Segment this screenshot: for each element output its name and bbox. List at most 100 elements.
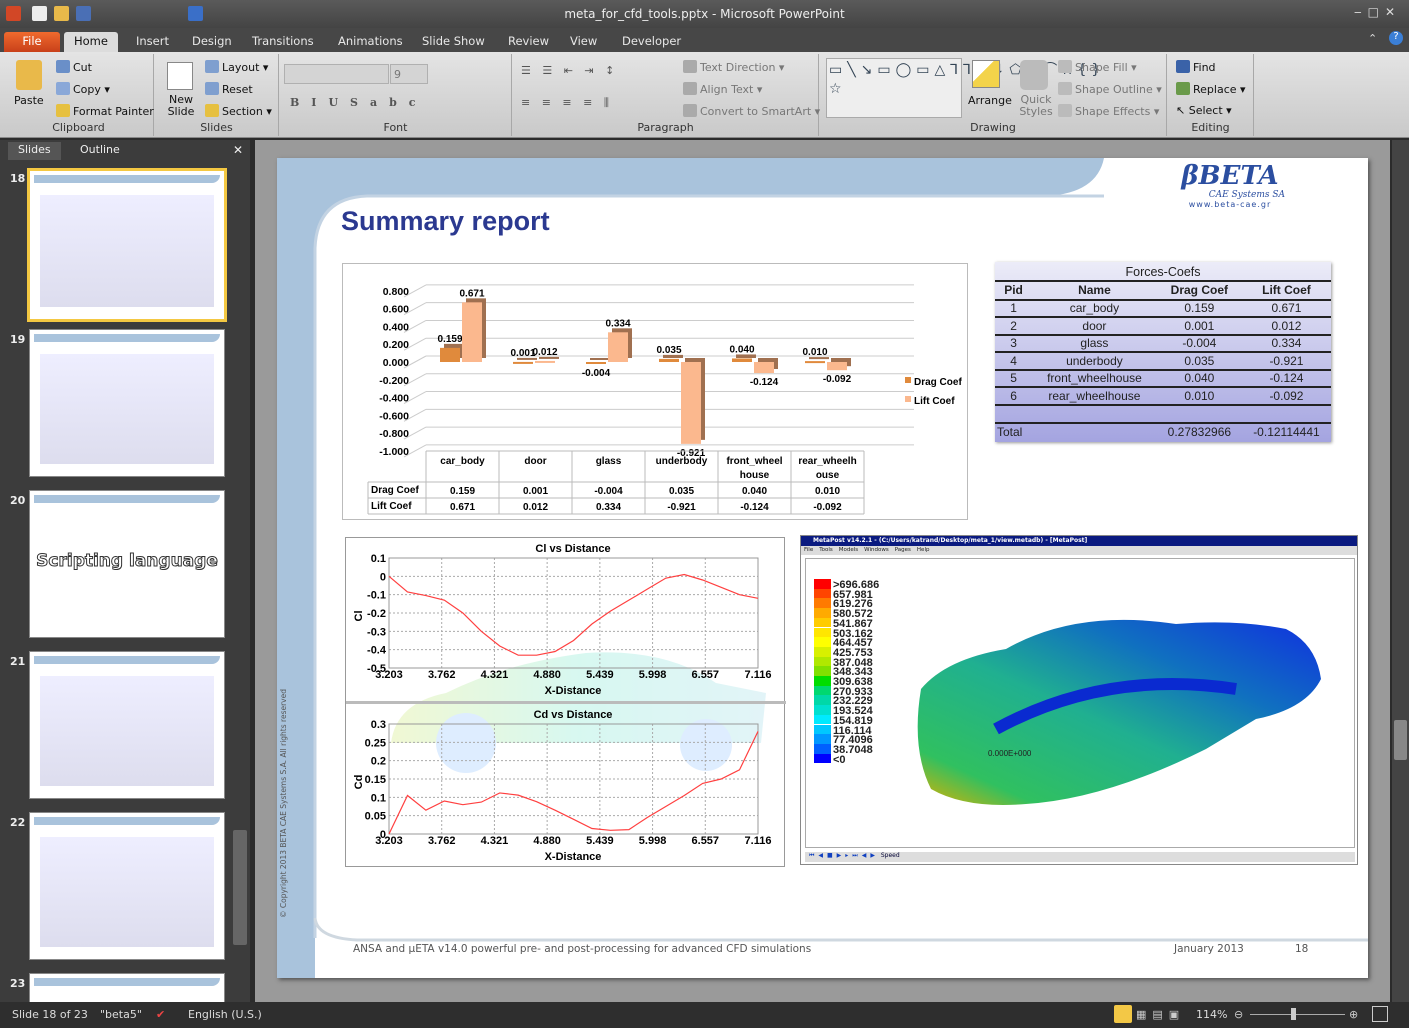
slide-thumbnail[interactable]: Scripting language — [29, 490, 225, 638]
new-slide-button[interactable]: New Slide — [163, 94, 199, 118]
bar — [681, 362, 701, 444]
arrange-button[interactable]: Arrange — [968, 94, 1012, 107]
quick-styles-button[interactable]: Quick Styles — [1016, 94, 1056, 118]
align-buttons[interactable]: ≡ ≡ ≡ ≡ ⫼ — [521, 96, 613, 110]
paste-icon[interactable] — [16, 60, 42, 90]
shape-effects-button[interactable]: Shape Effects ▾ — [1058, 104, 1159, 118]
playback-controls[interactable]: ⏮◀■▶▸⏭◀▶ — [805, 852, 879, 859]
legend-swatch — [814, 724, 831, 735]
tab-design[interactable]: Design — [182, 32, 242, 52]
align-text-button[interactable]: Align Text ▾ — [683, 82, 762, 96]
logo-brand: βBETA — [1181, 161, 1279, 191]
x-tick-label: 4.321 — [481, 669, 509, 681]
replace-button[interactable]: Replace ▾ — [1176, 82, 1246, 96]
pane-scrollbar[interactable] — [233, 830, 247, 945]
table-row: Pid Name Drag Coef Lift Coef — [995, 282, 1331, 301]
ribbon: Paste Cut Copy ▾ Format Painter Clipboar… — [0, 31, 1409, 138]
vertical-scrollbar[interactable] — [1392, 140, 1409, 1002]
zoom-slider-thumb[interactable] — [1290, 1008, 1296, 1020]
arrange-icon[interactable] — [972, 60, 1000, 88]
zoom-level[interactable]: 114% — [1196, 1008, 1227, 1021]
close-pane-icon[interactable]: ✕ — [233, 143, 243, 157]
menu-item[interactable]: File — [804, 547, 813, 553]
normal-view-button[interactable] — [1114, 1005, 1132, 1023]
layout-button[interactable]: Layout ▾ — [205, 60, 268, 74]
slide-thumbnail[interactable] — [29, 973, 225, 1003]
menu-item[interactable]: Windows — [864, 547, 889, 553]
menu-item[interactable]: Tools — [819, 547, 833, 553]
tab-file[interactable]: File — [4, 32, 60, 52]
table-cell: -0.124 — [1241, 369, 1331, 388]
y-tick-label: 0.2 — [371, 756, 386, 768]
slide-canvas[interactable]: Summary report βBETA CAE Systems SA www.… — [277, 158, 1368, 978]
bullets-buttons[interactable]: ☰ ☰ ⇤ ⇥ ↕ — [521, 64, 618, 77]
font-size-select[interactable]: 9 — [390, 64, 428, 84]
slide-thumbnail[interactable] — [29, 651, 225, 799]
menu-item[interactable]: Models — [839, 547, 858, 553]
section-button[interactable]: Section ▾ — [205, 104, 272, 118]
quick-styles-icon[interactable] — [1020, 60, 1048, 90]
font-format-buttons[interactable]: BIUSabc — [290, 96, 428, 109]
zoom-out-icon[interactable]: ⊖ — [1234, 1008, 1243, 1021]
fit-slide-icon[interactable] — [1372, 1006, 1388, 1022]
scroll-thumb[interactable] — [1394, 720, 1407, 760]
tab-outline[interactable]: Outline — [70, 142, 130, 160]
collapse-ribbon-icon[interactable]: ⌃ — [1368, 32, 1377, 45]
cut-button[interactable]: Cut — [56, 60, 92, 74]
tab-review[interactable]: Review — [498, 32, 559, 52]
reset-icon — [205, 82, 219, 95]
slide-number-label: 23 — [10, 977, 26, 990]
tab-view[interactable]: View — [560, 32, 607, 52]
paste-button[interactable]: Paste — [14, 94, 44, 107]
data-line — [388, 573, 759, 656]
format-painter-button[interactable]: Format Painter — [56, 104, 154, 118]
metapost-viewport[interactable]: >696.686 657.981 619.276 580.572 541.867 503.… — [805, 558, 1355, 848]
language[interactable]: English (U.S.) — [188, 1008, 262, 1021]
tab-home[interactable]: Home — [64, 32, 118, 52]
shapes-gallery[interactable]: ▭╲↘▭◯▭△⅂⅂⇨⇩⬠∿⌒∩{}☆ — [826, 58, 1100, 118]
slide-title: Summary report — [341, 206, 550, 236]
slide-thumbnail[interactable] — [29, 329, 225, 477]
reset-button[interactable]: Reset — [205, 82, 253, 96]
menu-item[interactable]: Help — [917, 547, 930, 553]
x-tick-label: 4.321 — [481, 835, 509, 847]
find-button[interactable]: Find — [1176, 60, 1216, 74]
help-icon[interactable]: ? — [1389, 31, 1403, 45]
shape-fill-button[interactable]: Shape Fill ▾ — [1058, 60, 1137, 74]
table-value: 0.035 — [669, 486, 694, 497]
legend-swatch — [814, 579, 831, 589]
text-direction-button[interactable]: Text Direction ▾ — [683, 60, 784, 74]
table-cell: 0.334 — [1241, 334, 1331, 353]
zoom-in-icon[interactable]: ⊕ — [1349, 1008, 1358, 1021]
title-bar: meta_for_cfd_tools.pptx - Microsoft Powe… — [0, 0, 1409, 28]
view-buttons[interactable]: ▦▤▣ — [1136, 1008, 1185, 1021]
table-cell: 2 — [995, 317, 1033, 336]
theme-name[interactable]: "beta5" — [100, 1008, 142, 1021]
tab-transitions[interactable]: Transitions — [242, 32, 324, 52]
playback-bar[interactable]: ⏮◀■▶▸⏭◀▶ Speed — [805, 852, 1355, 862]
tab-insert[interactable]: Insert — [126, 32, 179, 52]
copy-button[interactable]: Copy ▾ — [56, 82, 110, 96]
slide-number-label: 18 — [10, 172, 26, 185]
font-family-select[interactable] — [284, 64, 389, 84]
tab-slide-show[interactable]: Slide Show — [412, 32, 495, 52]
select-button[interactable]: ↖ Select ▾ — [1176, 104, 1232, 117]
slides-group: New Slide Layout ▾ Reset Section ▾ Slide… — [155, 54, 279, 136]
zoom-slider[interactable] — [1250, 1014, 1345, 1015]
slide-thumbnail[interactable] — [27, 168, 227, 322]
drawing-group: ▭╲↘▭◯▭△⅂⅂⇨⇩⬠∿⌒∩{}☆ Arrange Quick Styles … — [820, 54, 1167, 136]
tab-slides[interactable]: Slides — [8, 142, 61, 160]
smartart-icon — [683, 104, 697, 117]
y-tick-label: 0.25 — [365, 737, 386, 749]
convert-smartart-button[interactable]: Convert to SmartArt ▾ — [683, 104, 820, 118]
bar — [586, 362, 606, 364]
spell-check-icon[interactable]: ✔ — [156, 1008, 165, 1021]
shape-outline-button[interactable]: Shape Outline ▾ — [1058, 82, 1162, 96]
window-controls[interactable]: ‒□✕ — [1354, 5, 1401, 19]
new-slide-icon[interactable] — [167, 62, 193, 90]
tab-animations[interactable]: Animations — [328, 32, 413, 52]
slide-thumbnail[interactable] — [29, 812, 225, 960]
menu-item[interactable]: Pages — [895, 547, 911, 553]
tab-developer[interactable]: Developer — [612, 32, 691, 52]
metapost-title: MetaPost v14.2.1 - (C:/Users/katrand/Des… — [801, 536, 1357, 546]
